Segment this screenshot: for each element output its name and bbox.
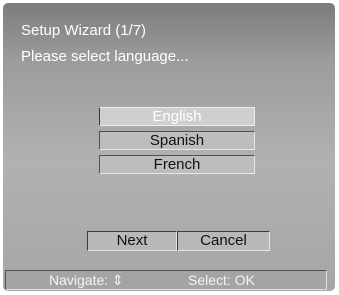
language-option-spanish[interactable]: Spanish: [99, 131, 255, 150]
status-bar: Navigate: ⇕ Select: OK: [5, 270, 327, 290]
setup-wizard-dialog: Setup Wizard (1/7) Please select languag…: [3, 3, 335, 291]
navigate-hint: Navigate: ⇕: [49, 272, 124, 288]
select-hint: Select: OK: [188, 272, 255, 288]
wizard-title: Setup Wizard (1/7): [21, 22, 147, 39]
cancel-button[interactable]: Cancel: [177, 231, 270, 251]
language-option-english[interactable]: English: [99, 107, 255, 126]
wizard-prompt: Please select language...: [21, 48, 189, 65]
next-button[interactable]: Next: [87, 231, 177, 251]
language-option-french[interactable]: French: [99, 155, 255, 174]
